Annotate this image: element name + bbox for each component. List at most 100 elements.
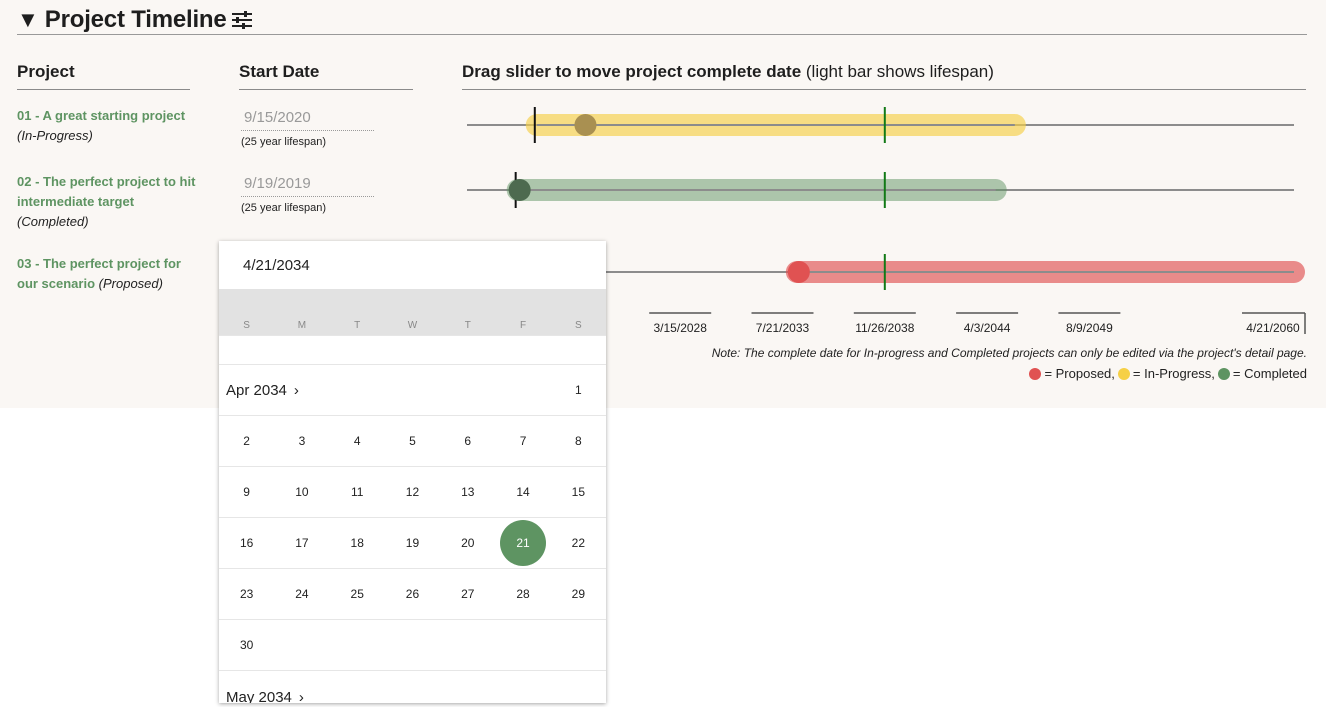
calendar-day[interactable]: 6 (440, 416, 495, 466)
axis-tick-label: 11/26/2038 (855, 321, 914, 335)
calendar-day-label: 1 (574, 383, 582, 397)
calendar-empty-cell (440, 365, 495, 415)
calendar-day[interactable]: 8 (551, 416, 606, 466)
calendar-day-label: 8 (574, 434, 582, 448)
chevron-right-icon[interactable]: › (299, 689, 304, 703)
calendar-day[interactable]: 13 (440, 467, 495, 517)
calendar-day[interactable]: 18 (330, 518, 385, 568)
calendar-day-label: 22 (571, 536, 585, 550)
calendar-day-label: 4 (353, 434, 361, 448)
axis-tick-label: 7/21/2033 (756, 321, 810, 335)
calendar-day-label: 12 (405, 485, 420, 499)
calendar-empty-cell (330, 620, 385, 670)
calendar-spacer-row (219, 335, 606, 364)
calendar-day-label: 6 (464, 434, 472, 448)
calendar-day[interactable]: 22 (551, 518, 606, 568)
calendar-week-row: 23 24 25 26 27 28 29 (219, 568, 606, 619)
calendar-day-label: 23 (239, 587, 254, 601)
calendar-weeks: Apr 2034 › 1 2 3 4 5 6 7 8 9 10 11 12 13 14 15 16 17 18 19 20… (219, 364, 606, 703)
calendar-week-row: 30 (219, 619, 606, 670)
calendar-day[interactable]: 14 (495, 467, 550, 517)
calendar-week-row: 16 17 18 19 20 21 22 (219, 517, 606, 568)
legend-proposed-dot (1029, 367, 1042, 380)
calendar-empty-cell (274, 620, 329, 670)
calendar-day[interactable]: 21 (495, 518, 550, 568)
calendar-empty-cell (495, 620, 550, 670)
calendar-day[interactable]: 16 (219, 518, 274, 568)
calendar-empty-cell (385, 365, 440, 415)
weekday-thu: T (464, 320, 471, 331)
calendar-day-label: 10 (295, 485, 309, 499)
calendar-day-label: 13 (461, 485, 475, 499)
calendar-day[interactable]: 10 (274, 467, 329, 517)
calendar-day-label: 24 (295, 587, 309, 601)
calendar-day[interactable]: 5 (385, 416, 440, 466)
calendar-empty-cell (495, 365, 550, 415)
calendar-day-label: 30 (239, 638, 254, 652)
calendar-day[interactable]: 12 (385, 467, 440, 517)
complete-date-slider-handle (508, 179, 531, 201)
calendar-day[interactable]: 1 (551, 365, 606, 415)
calendar-day-label: 19 (405, 536, 420, 550)
calendar-day-label: 11 (350, 485, 364, 499)
calendar-day[interactable]: 30 (219, 620, 274, 670)
complete-date-slider-handle (574, 114, 597, 136)
calendar-day[interactable]: 27 (440, 569, 495, 619)
calendar-day[interactable]: 3 (274, 416, 329, 466)
calendar-empty-cell (330, 365, 385, 415)
calendar-day[interactable]: 23 (219, 569, 274, 619)
calendar-day-label: 14 (516, 485, 530, 499)
calendar-day[interactable]: 7 (495, 416, 550, 466)
weekday-wed: W (407, 320, 418, 331)
calendar-day[interactable]: 20 (440, 518, 495, 568)
calendar-day[interactable]: 2 (219, 416, 274, 466)
calendar-day[interactable]: 24 (274, 569, 329, 619)
calendar-day-label: 17 (295, 536, 309, 550)
calendar-day-label: 27 (461, 587, 475, 601)
calendar-empty-cell (551, 620, 606, 670)
calendar-day[interactable]: 29 (551, 569, 606, 619)
legend-inprogress-label: = In-Progress, (1132, 366, 1215, 381)
month-label[interactable]: Apr 2034 › (226, 382, 299, 399)
calendar-day[interactable]: 11 (330, 467, 385, 517)
axis-tick-label: 4/3/2044 (964, 321, 1011, 335)
calendar-day-label: 3 (298, 434, 306, 448)
legend-proposed-label: = Proposed, (1044, 366, 1115, 381)
calendar-day-label: 26 (405, 587, 420, 601)
calendar-day[interactable]: 17 (274, 518, 329, 568)
weekday-fri: F (519, 320, 527, 331)
calendar-day[interactable]: 26 (385, 569, 440, 619)
date-picker-input[interactable]: 4/21/2034 (219, 241, 606, 289)
calendar-day[interactable]: 19 (385, 518, 440, 568)
weekday-mon: M (297, 320, 307, 331)
calendar-day-label: 20 (461, 536, 475, 550)
complete-date-slider-handle[interactable] (787, 261, 810, 283)
month-label-text: Apr 2034 (226, 381, 287, 399)
chevron-right-icon[interactable]: › (294, 382, 299, 399)
legend-inprogress-dot (1117, 367, 1130, 380)
legend: = Proposed, = In-Progress, = Completed (1026, 366, 1307, 381)
calendar-day-label: 28 (516, 587, 530, 601)
calendar-day-label: 2 (243, 434, 250, 448)
calendar-empty-cell (385, 620, 440, 670)
axis-tick-label: 3/15/2028 (654, 321, 708, 335)
calendar-day-label: 25 (350, 587, 364, 601)
calendar-week-row: Apr 2034 › 1 (219, 364, 606, 415)
legend-completed-dot (1217, 367, 1230, 380)
calendar-day[interactable]: 9 (219, 467, 274, 517)
weekday-sun: S (243, 320, 250, 331)
legend-note: Note: The complete date for In-progress … (711, 346, 1307, 360)
weekday-sat: S (574, 320, 582, 331)
axis-tick-label: 8/9/2049 (1066, 321, 1113, 335)
calendar-day[interactable]: 4 (330, 416, 385, 466)
calendar-day[interactable]: 28 (495, 569, 550, 619)
calendar-empty-cell (440, 620, 495, 670)
calendar-day-label: 16 (239, 536, 254, 550)
calendar-day-label: 18 (350, 536, 364, 550)
calendar-day-label: 15 (571, 485, 585, 499)
next-month-label[interactable]: May 2034 › (226, 689, 304, 703)
calendar-day[interactable]: 15 (551, 467, 606, 517)
legend-completed-label: = Completed (1232, 366, 1307, 381)
calendar-day-label: 21 (500, 520, 547, 566)
calendar-day[interactable]: 25 (330, 569, 385, 619)
